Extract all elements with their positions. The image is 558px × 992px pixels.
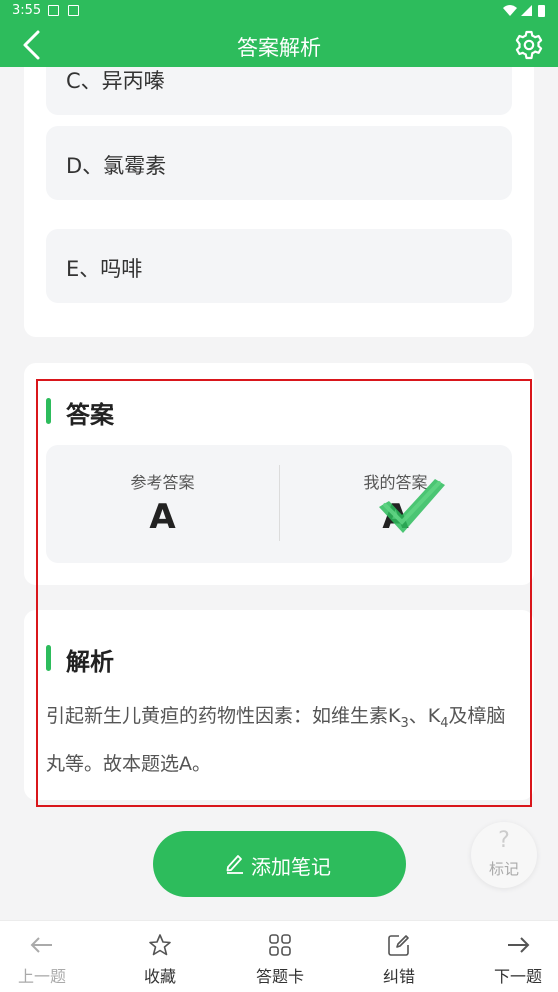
add-note-label: 添加笔记 <box>251 855 331 879</box>
option-label: E、吗啡 <box>66 257 143 281</box>
bottom-nav: 上一题 收藏 答题卡 纠错 下一题 <box>0 920 558 992</box>
content-area[interactable]: C、异丙嗪 D、氯霉素 E、吗啡 答案 参考答案 A 我的答案 A <box>0 67 558 920</box>
nav-label: 下一题 <box>493 967 542 986</box>
option-label: D、氯霉素 <box>66 154 167 178</box>
system-status-icons <box>503 5 545 17</box>
arrow-left-icon <box>30 937 52 953</box>
nav-favorite[interactable]: 收藏 <box>118 921 202 992</box>
pencil-icon <box>226 855 243 874</box>
nav-next-question[interactable]: 下一题 <box>476 921 558 992</box>
app-notification-icon <box>68 5 79 16</box>
mark-label: 标记 <box>488 860 519 878</box>
nav-label: 答题卡 <box>255 967 304 986</box>
status-bar: 3:55 <box>0 0 558 22</box>
status-time: 3:55 <box>12 3 42 18</box>
option-e[interactable]: E、吗啡 <box>46 229 512 303</box>
nav-previous-question[interactable]: 上一题 <box>0 921 84 992</box>
highlight-frame <box>36 379 532 807</box>
mark-button[interactable]: ? 标记 <box>471 822 537 888</box>
arrow-right-icon <box>508 937 530 953</box>
nav-report-error[interactable]: 纠错 <box>357 921 441 992</box>
nav-answer-sheet[interactable]: 答题卡 <box>238 921 322 992</box>
page-title: 答案解析 <box>237 36 321 60</box>
gear-icon[interactable] <box>514 30 544 60</box>
edit-icon <box>388 935 409 956</box>
nav-label: 上一题 <box>17 967 66 986</box>
option-d[interactable]: D、氯霉素 <box>46 126 512 200</box>
nav-label: 纠错 <box>382 967 415 986</box>
question-mark-icon: ? <box>498 828 510 853</box>
grid-icon <box>269 934 291 956</box>
option-label: C、异丙嗪 <box>66 69 165 93</box>
app-header: 答案解析 <box>0 22 558 67</box>
option-c[interactable]: C、异丙嗪 <box>46 67 512 115</box>
gallery-notification-icon <box>48 5 59 16</box>
star-icon <box>149 934 171 956</box>
add-note-button[interactable]: 添加笔记 <box>153 831 406 897</box>
nav-label: 收藏 <box>143 967 176 986</box>
options-card: C、异丙嗪 D、氯霉素 E、吗啡 <box>24 67 534 337</box>
